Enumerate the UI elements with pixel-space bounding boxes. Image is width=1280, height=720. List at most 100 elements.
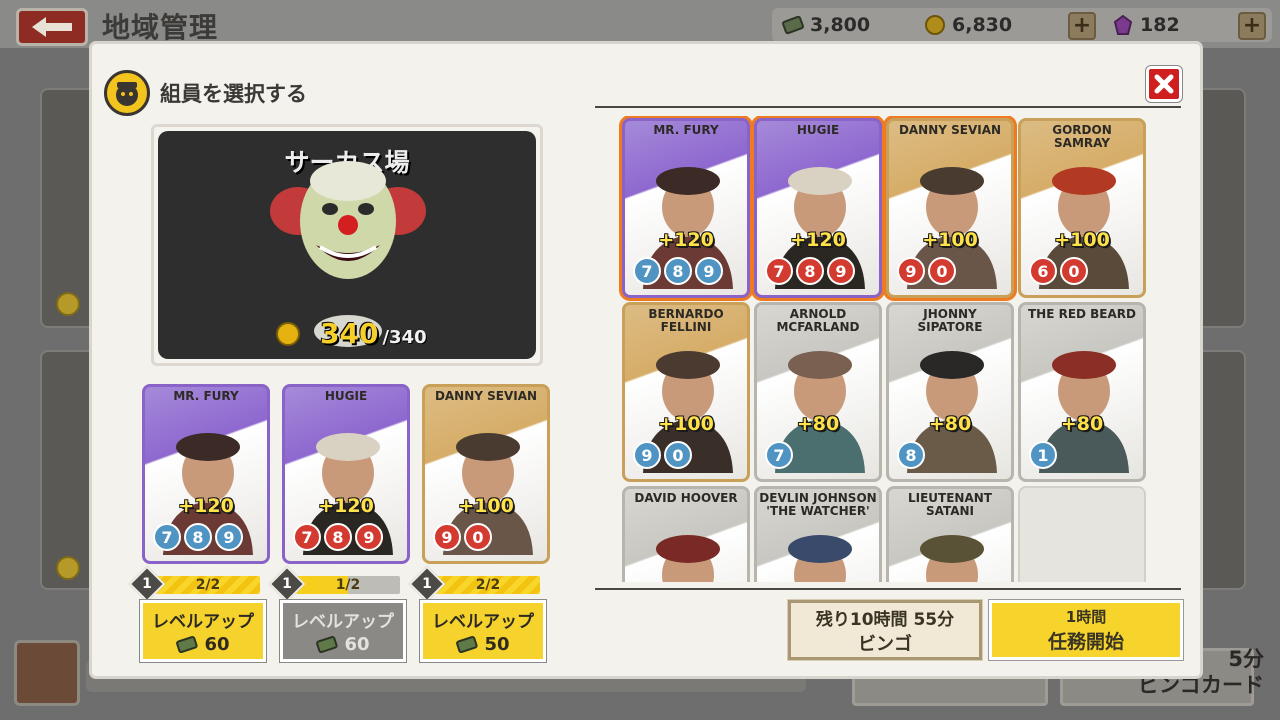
crew-card[interactable]: GORDON SAMRAY +100 6 0 [1018,118,1146,298]
add-coin-button[interactable]: + [1068,12,1096,40]
bg-territory-panel [1196,88,1246,328]
crew-bonus: +120 [658,229,714,251]
cash-icon [782,15,804,35]
crew-card[interactable]: LIEUTENANT SATANI [886,486,1014,582]
currency-bar: 3,800 6,830 + 182 + [772,8,1272,42]
crew-number-badge: 7 [633,257,661,285]
crew-card[interactable]: MR. FURY +120 7 8 9 [142,384,270,564]
bottom-divider [595,588,1181,590]
crew-numbers: 90 [633,441,692,469]
crew-number-badge: 9 [355,523,383,551]
crew-portrait-icon [656,535,720,582]
crew-number-badge: 1 [1029,441,1057,469]
level-up-button[interactable]: レベルアップ 60 [140,600,266,662]
crew-number-badge: 9 [215,523,243,551]
add-gem-button[interactable]: + [1238,12,1266,40]
crew-card-face: ARNOLD MCFARLAND +80 7 [757,305,879,479]
crew-card-face: DEVLIN JOHNSON 'THE WATCHER' [757,489,879,582]
crew-card-face: DANNY SEVIAN +100 9 0 [889,121,1011,295]
crew-number-badge: 9 [433,523,461,551]
crew-numbers: 789 [293,523,383,551]
crew-roster[interactable]: MR. FURY +120 7 8 9 HUGIE +120 7 8 9 DANNY SEVIAN +… [616,116,1184,582]
crew-bonus: +80 [796,413,840,435]
select-crew-modal: 組員を選択する サーカス場 340 [92,44,1200,676]
crew-number-badge: 0 [928,257,956,285]
crew-name: LIEUTENANT SATANI [908,491,992,518]
crew-bonus: +100 [458,495,514,517]
coin-icon [276,321,300,346]
modal-header: 組員を選択する [104,70,307,116]
crew-name: DEVLIN JOHNSON 'THE WATCHER' [759,491,877,518]
crew-card-face: HUGIE +120 7 8 9 [757,121,879,295]
crew-card[interactable]: HUGIE +120 7 8 9 [754,118,882,298]
crew-card-face: MR. FURY +120 7 8 9 [625,121,747,295]
level-up-cost-value: 60 [344,634,370,655]
crew-card-face: DAVID HOOVER [625,489,747,582]
level-progress-bar: 2/2 [156,576,260,594]
crew-card[interactable]: JHONNY SIPATORE +80 8 [886,302,1014,482]
crew-card-face: GORDON SAMRAY +100 6 0 [1021,121,1143,295]
crew-card-face: DANNY SEVIAN +100 9 0 [425,387,547,561]
level-up-cost-value: 50 [484,634,510,655]
crew-card[interactable]: ARNOLD MCFARLAND +80 7 [754,302,882,482]
crew-portrait-icon [788,535,852,582]
cash-icon [456,635,479,653]
bingo-button[interactable]: 残り10時間 55分 ビンゴ [788,600,982,660]
crew-bonus: +100 [1054,229,1110,251]
crew-card-face: JHONNY SIPATORE +80 8 [889,305,1011,479]
top-divider [595,106,1181,108]
coin-icon [925,15,945,35]
gem-icon [1113,14,1133,35]
crew-numbers: 789 [765,257,855,285]
bingo-time-remaining: 残り10時間 55分 [815,609,955,630]
bingo-label: ビンゴ [858,633,912,655]
crew-number-badge: 9 [695,257,723,285]
crew-number-badge: 8 [897,441,925,469]
crew-number-badge: 0 [464,523,492,551]
screen-title: 地域管理 [102,11,219,44]
crew-card[interactable]: DANNY SEVIAN +100 9 0 [886,118,1014,298]
crew-numbers: 7 [765,441,793,469]
crew-numbers: 90 [433,523,492,551]
back-button[interactable] [16,8,88,46]
crew-number-badge: 7 [765,257,793,285]
crew-bonus: +120 [790,229,846,251]
crew-level-row: 2/2 1 [128,565,270,603]
crew-bonus: +80 [1060,413,1104,435]
close-icon [1154,74,1174,94]
map-icon[interactable] [14,640,80,706]
crew-numbers: 60 [1029,257,1088,285]
crew-level: 1 [422,576,432,592]
crew-number-badge: 9 [897,257,925,285]
mission-duration: 1時間 [1065,608,1107,626]
modal-title: 組員を選択する [160,82,307,106]
crew-card[interactable]: DANNY SEVIAN +100 9 0 [422,384,550,564]
gem-display: 182 [1112,12,1180,38]
close-button[interactable] [1146,66,1182,102]
cash-value: 3,800 [810,14,871,36]
crew-name: DAVID HOOVER [634,491,738,505]
crew-card[interactable]: BERNARDO FELLINI +100 9 0 [622,302,750,482]
crew-card[interactable]: DAVID HOOVER [622,486,750,582]
crew-level-row: 2/2 1 [408,565,550,603]
level-up-cost-value: 60 [204,634,230,655]
crew-number-badge: 7 [293,523,321,551]
crew-name: JHONNY SIPATORE [917,307,983,334]
crew-numbers: 90 [897,257,956,285]
level-up-button[interactable]: レベルアップ 50 [420,600,546,662]
crew-card[interactable]: DEVLIN JOHNSON 'THE WATCHER' [754,486,882,582]
start-mission-button[interactable]: 1時間 任務開始 [989,600,1183,660]
crew-card[interactable]: MR. FURY +120 7 8 9 [622,118,750,298]
level-up-button[interactable]: レベルアップ 60 [280,600,406,662]
territory-income: 340 /340 [276,317,427,350]
level-up-label: レベルアップ [432,612,534,632]
crew-number-badge: 8 [796,257,824,285]
crew-card[interactable]: HUGIE +120 7 8 9 [282,384,410,564]
crew-name: ARNOLD MCFARLAND [776,307,860,334]
crew-name: THE RED BEARD [1027,307,1136,321]
bg-coin-icon [56,292,80,316]
income-max: /340 [382,327,427,348]
crew-number-badge: 9 [827,257,855,285]
level-up-cost: 60 [316,634,370,655]
crew-card[interactable]: THE RED BEARD +80 1 [1018,302,1146,482]
